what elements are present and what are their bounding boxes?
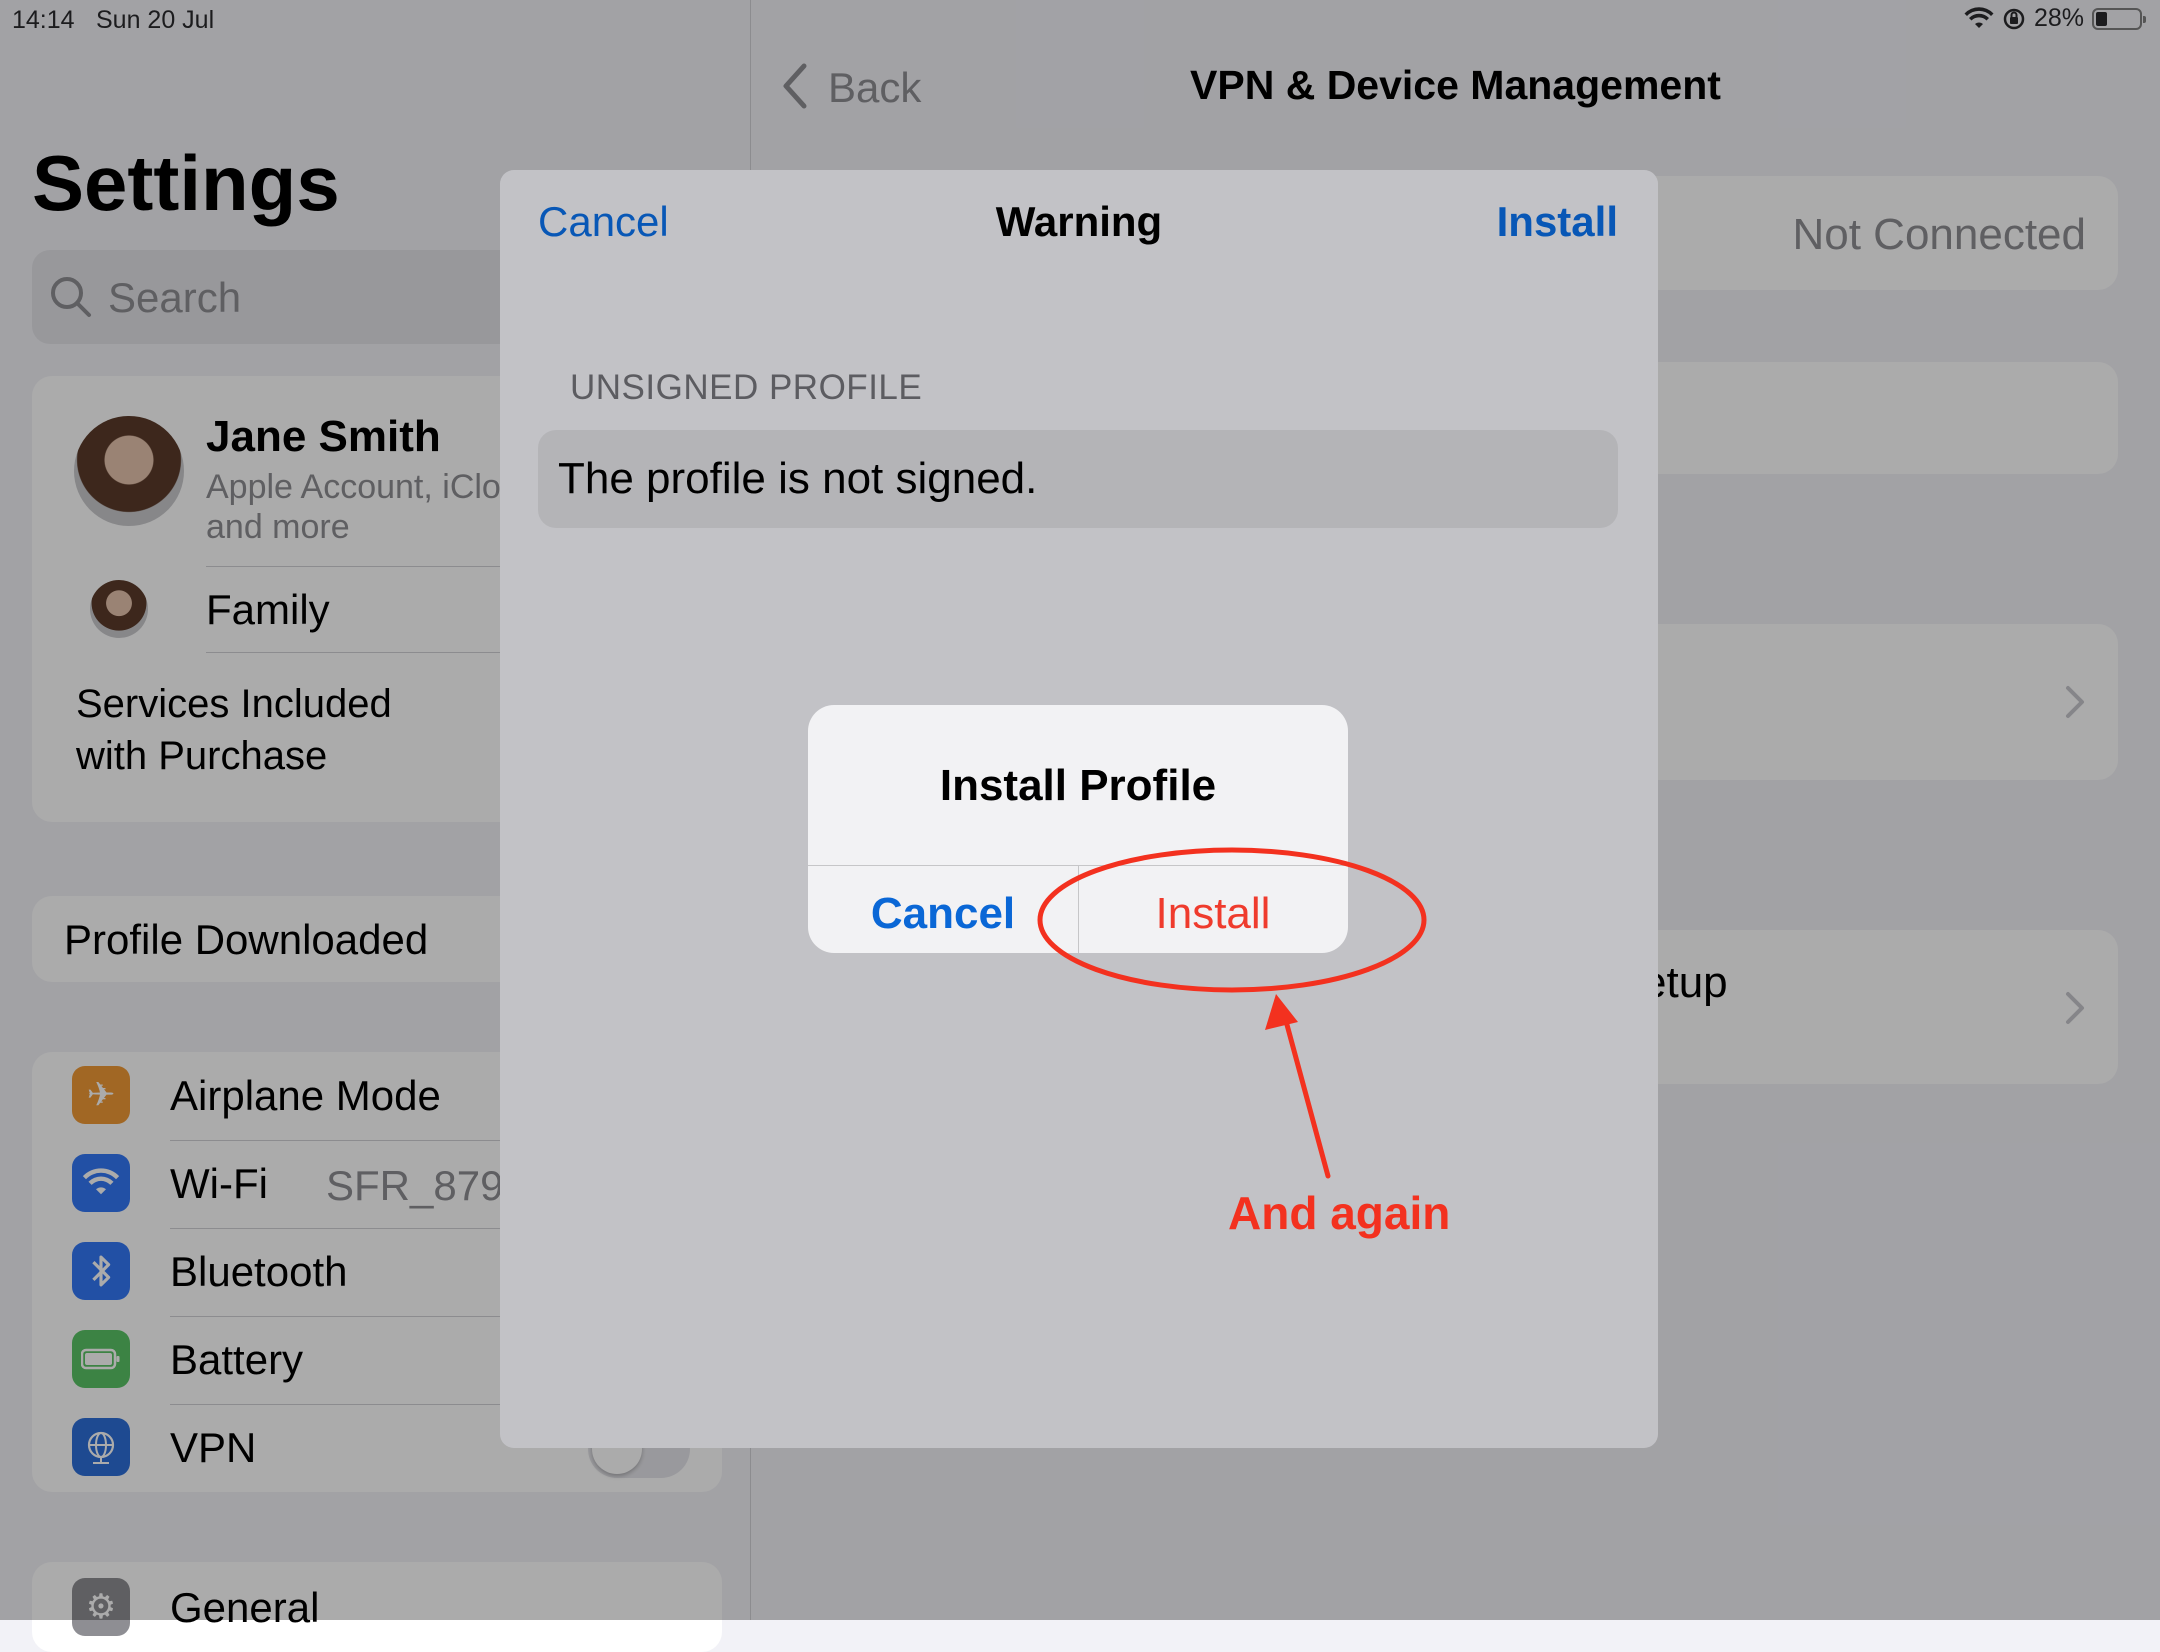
annotation-text: And again [1228, 1187, 1451, 1239]
orientation-lock-icon [2003, 8, 2025, 29]
battery-percent: 28% [2033, 4, 2084, 32]
battery-icon [2092, 7, 2146, 30]
annotation-overlay [1037, 847, 1427, 1179]
status-right: 28% [1964, 4, 2146, 33]
annotation-circle [1037, 847, 1427, 993]
wifi-status-icon [1964, 6, 1994, 28]
annotation-arrow-line [1280, 1007, 1331, 1179]
status-bar: 14:14 Sun 20 Jul 28% [0, 0, 2160, 40]
status-time: 14:14 [12, 6, 75, 34]
annotation-arrowhead [1265, 994, 1298, 1030]
status-date: Sun 20 Jul [96, 6, 215, 34]
